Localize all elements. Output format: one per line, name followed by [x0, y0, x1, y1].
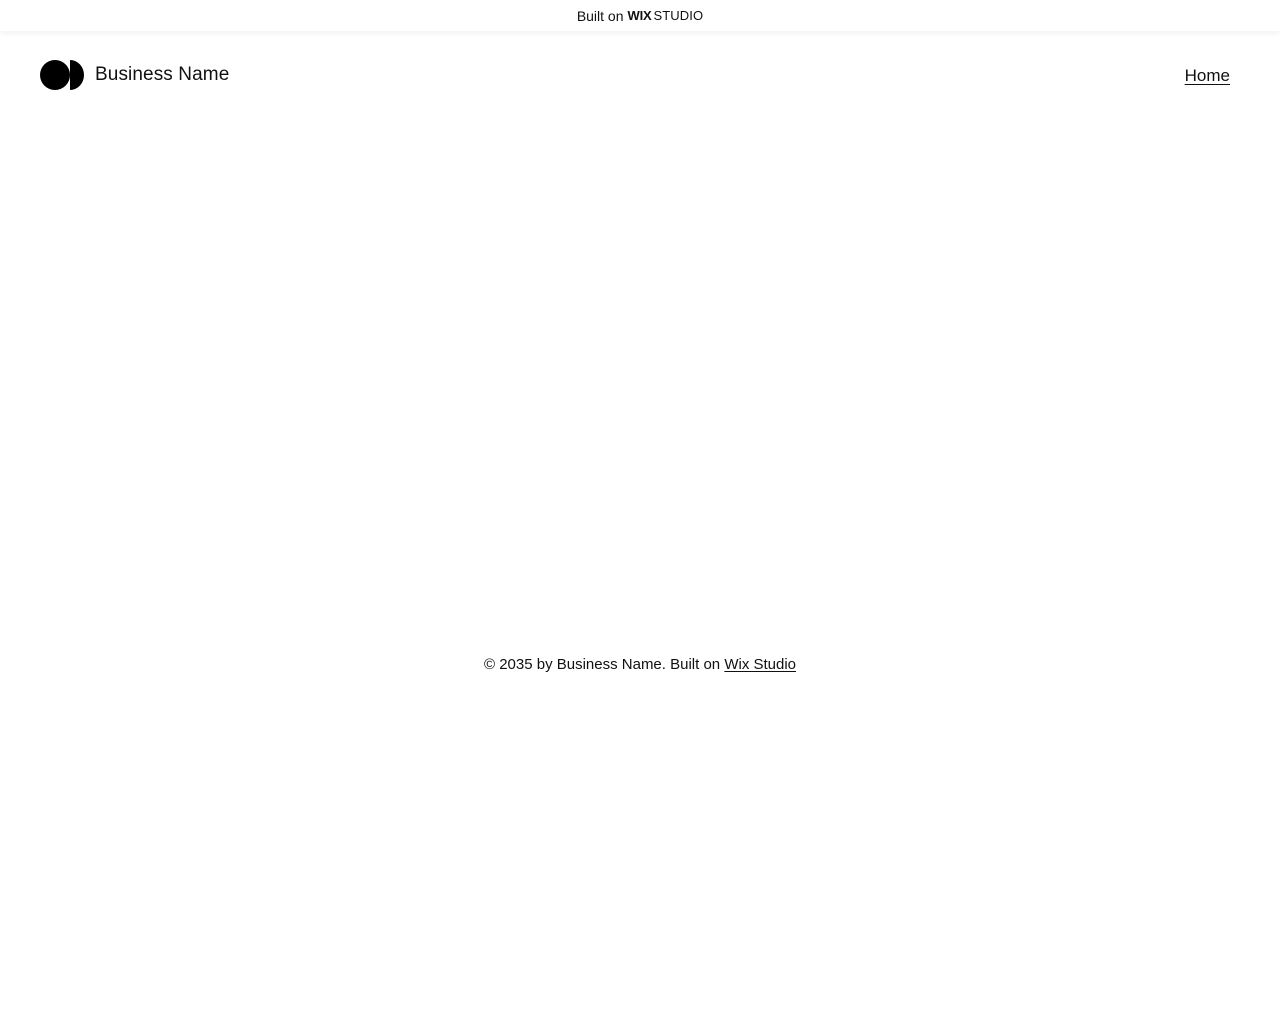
footer-copyright: © 2035 by Business Name. Built on Wix St… — [0, 656, 1280, 673]
banner-built-on-text: Built on — [576, 7, 624, 24]
footer-copyright-text: © 2035 by Business Name. Built on — [483, 656, 725, 673]
banner-studio-logo-text: STUDIO — [653, 8, 704, 23]
footer-wix-studio-link[interactable]: Wix Studio — [724, 656, 796, 673]
two-circles-logo-icon[interactable] — [40, 60, 84, 90]
site-header: Business Name Home — [0, 31, 1280, 119]
nav-item-home[interactable]: Home — [1185, 66, 1230, 86]
business-name[interactable]: Business Name — [95, 64, 229, 86]
wix-studio-banner[interactable]: Built on WIX STUDIO — [0, 0, 1280, 31]
banner-wix-logo-text: WIX — [627, 8, 652, 23]
